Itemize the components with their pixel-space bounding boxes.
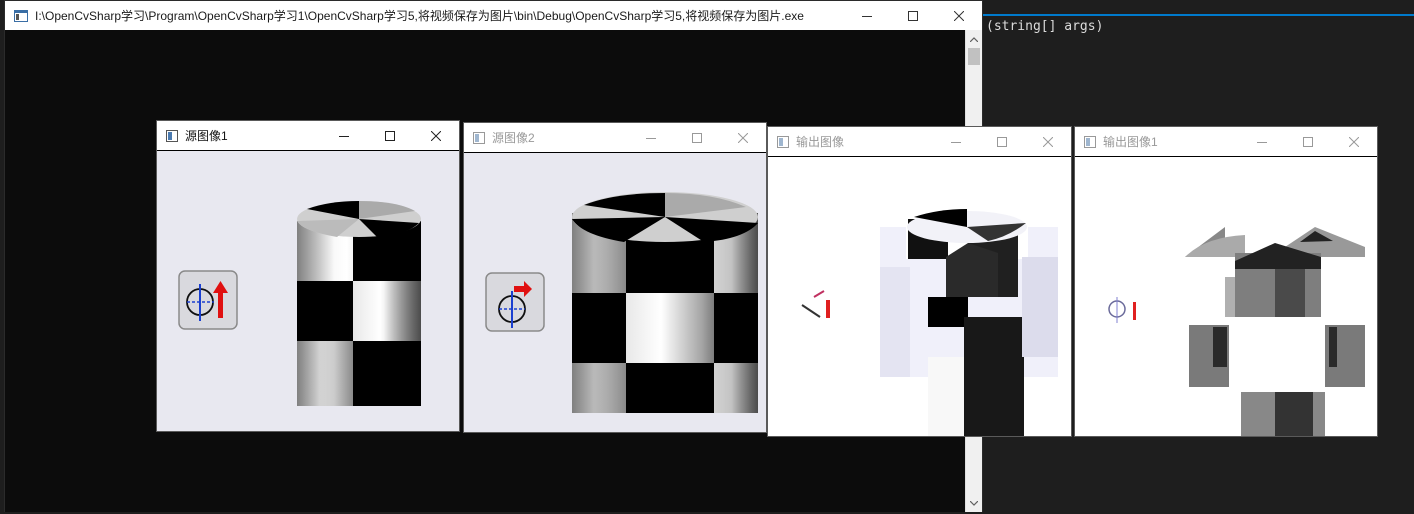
minimize-icon	[339, 135, 349, 137]
image-window-source1[interactable]: 源图像1	[156, 120, 460, 432]
console-app-icon	[14, 9, 28, 22]
checkered-cylinder	[572, 192, 758, 413]
rotate-button-icon	[178, 270, 238, 330]
maximize-button[interactable]	[979, 127, 1025, 156]
scroll-down-button[interactable]	[966, 495, 982, 511]
maximize-button[interactable]	[674, 123, 720, 152]
image-canvas	[768, 156, 1071, 436]
image-window-titlebar[interactable]: 源图像1	[157, 121, 459, 150]
maximize-icon	[692, 132, 702, 143]
close-button[interactable]	[1025, 127, 1071, 156]
window-controls	[628, 123, 766, 152]
window-controls	[1239, 127, 1377, 156]
window-app-icon	[777, 135, 789, 148]
minimize-icon	[646, 137, 656, 139]
close-icon	[954, 10, 964, 21]
close-icon	[738, 132, 748, 143]
minimize-button[interactable]	[628, 123, 674, 152]
close-icon	[1349, 136, 1359, 147]
console-title: I:\OpenCvSharp学习\Program\OpenCvSharp学习1\…	[35, 9, 804, 23]
close-button[interactable]	[413, 121, 459, 150]
maximize-icon	[385, 130, 395, 141]
chevron-up-icon	[970, 36, 978, 42]
minimize-button[interactable]	[844, 1, 890, 30]
code-fragment: (string[] args)	[986, 19, 1104, 34]
scroll-up-button[interactable]	[966, 31, 982, 47]
maximize-button[interactable]	[1285, 127, 1331, 156]
image-canvas	[157, 150, 459, 431]
close-button[interactable]	[720, 123, 766, 152]
image-window-titlebar[interactable]: 源图像2	[464, 123, 766, 152]
source-image-2	[464, 153, 766, 432]
image-window-titlebar[interactable]: 输出图像1	[1075, 127, 1377, 156]
maximize-button[interactable]	[890, 1, 936, 30]
scroll-thumb[interactable]	[968, 48, 980, 65]
output-image-1	[1075, 157, 1377, 436]
minimize-button[interactable]	[933, 127, 979, 156]
minimize-icon	[1257, 141, 1267, 143]
maximize-icon	[1303, 136, 1313, 147]
image-window-titlebar[interactable]: 输出图像	[768, 127, 1071, 156]
chevron-down-icon	[970, 500, 978, 506]
window-controls	[933, 127, 1071, 156]
window-app-icon	[1084, 135, 1096, 148]
maximize-icon	[908, 10, 918, 21]
window-title: 输出图像1	[1103, 135, 1158, 149]
minimize-icon	[951, 141, 961, 143]
window-title: 输出图像	[796, 135, 845, 149]
image-window-source2[interactable]: 源图像2	[463, 122, 767, 433]
output-image	[768, 157, 1071, 436]
image-window-output[interactable]: 输出图像	[767, 126, 1072, 437]
close-button[interactable]	[1331, 127, 1377, 156]
close-button[interactable]	[936, 1, 982, 30]
minimize-icon	[862, 15, 872, 17]
console-titlebar[interactable]: I:\OpenCvSharp学习\Program\OpenCvSharp学习1\…	[5, 1, 982, 30]
window-title: 源图像1	[185, 129, 228, 143]
ide-accent-line	[983, 14, 1414, 16]
window-app-icon	[166, 129, 178, 142]
maximize-button[interactable]	[367, 121, 413, 150]
close-icon	[431, 130, 441, 141]
console-window-controls	[844, 1, 982, 30]
image-canvas	[1075, 156, 1377, 436]
minimize-button[interactable]	[1239, 127, 1285, 156]
close-icon	[1043, 136, 1053, 147]
image-canvas	[464, 152, 766, 432]
checkered-cylinder	[297, 201, 421, 406]
source-image-1	[157, 151, 459, 431]
maximize-icon	[997, 136, 1007, 147]
rotate-button-icon	[485, 272, 545, 332]
window-app-icon	[473, 131, 485, 144]
window-title: 源图像2	[492, 131, 535, 145]
window-controls	[321, 121, 459, 150]
image-window-output1[interactable]: 输出图像1	[1074, 126, 1378, 437]
minimize-button[interactable]	[321, 121, 367, 150]
